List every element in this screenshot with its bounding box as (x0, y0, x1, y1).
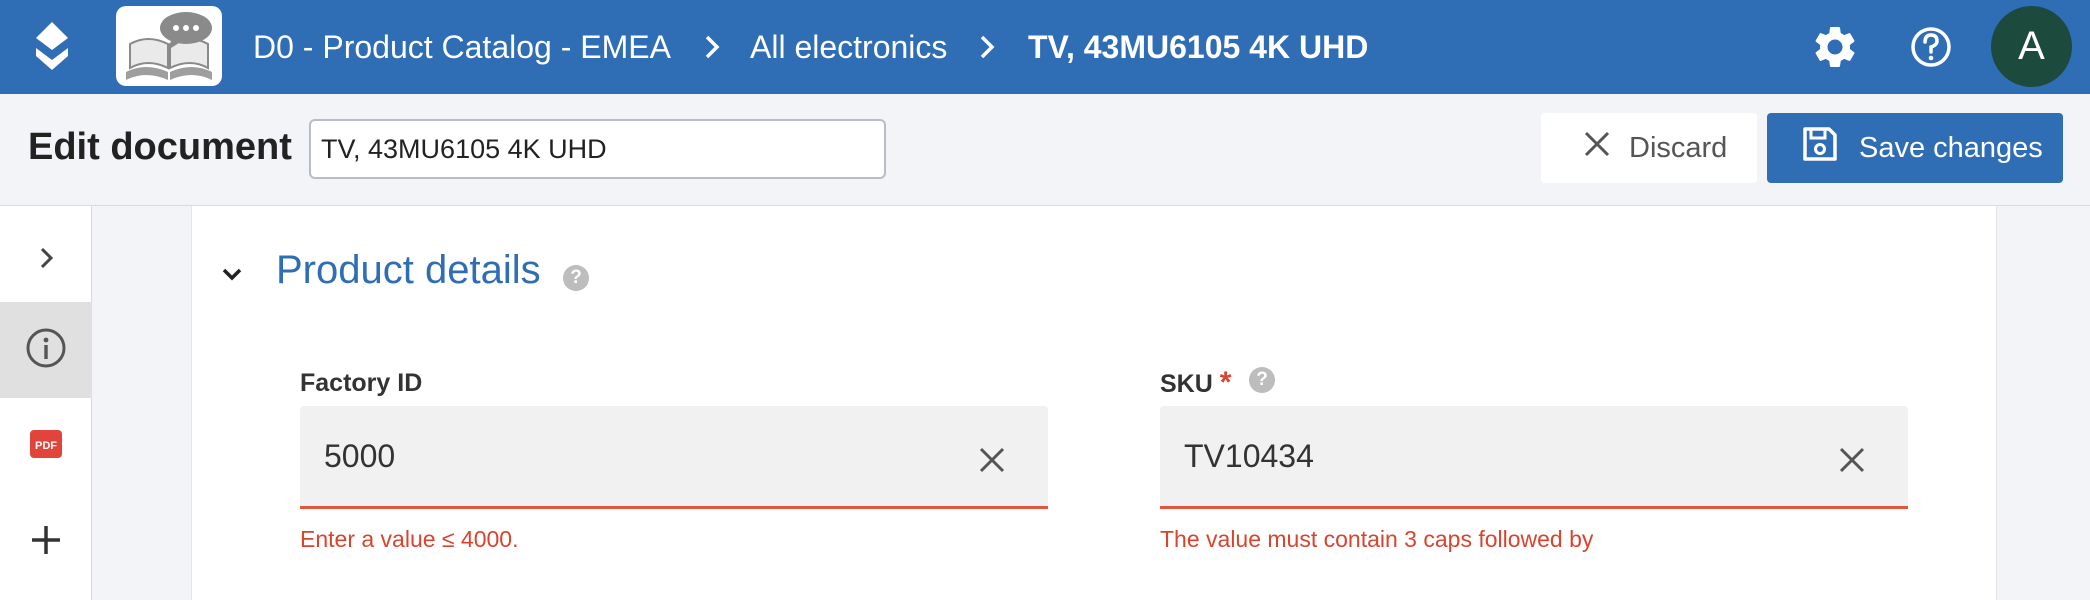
required-marker: * (1219, 366, 1232, 399)
clear-icon[interactable] (1834, 442, 1870, 478)
document-name-input[interactable] (309, 119, 886, 179)
chevron-right-icon (31, 243, 61, 278)
pdf-tab-button[interactable]: PDF (0, 398, 92, 494)
gear-icon[interactable] (1810, 22, 1860, 72)
close-icon (1581, 128, 1613, 168)
chevron-down-icon[interactable] (216, 258, 248, 290)
edit-toolbar: Edit document Discard Save changes (0, 94, 2090, 206)
side-rail: PDF (0, 206, 92, 600)
factory-id-field[interactable] (300, 406, 1048, 509)
factory-id-input[interactable] (324, 438, 724, 475)
breadcrumb-item-folder[interactable]: All electronics (750, 27, 947, 67)
factory-id-error: Enter a value ≤ 4000. (300, 526, 519, 552)
section-title[interactable]: Product details (276, 245, 541, 295)
plus-icon (29, 523, 63, 562)
app-logo-icon[interactable] (22, 16, 82, 76)
svg-text:PDF: PDF (35, 440, 57, 452)
help-icon[interactable]: ? (1249, 367, 1275, 393)
sku-error: The value must contain 3 caps followed b… (1160, 526, 1594, 552)
sku-field[interactable] (1160, 406, 1908, 509)
pdf-icon: PDF (29, 429, 63, 464)
expand-panel-button[interactable] (0, 212, 92, 308)
help-icon[interactable]: ? (563, 265, 589, 291)
add-button[interactable] (0, 494, 92, 590)
breadcrumb-item-catalog[interactable]: D0 - Product Catalog - EMEA (253, 27, 671, 67)
sku-label-text: SKU (1160, 370, 1213, 398)
factory-id-label: Factory ID (300, 369, 423, 397)
floppy-disk-icon (1801, 125, 1839, 171)
discard-button[interactable]: Discard (1541, 113, 1757, 183)
info-tab-button[interactable] (0, 302, 92, 398)
chevron-right-icon (972, 31, 1002, 63)
save-button[interactable]: Save changes (1767, 113, 2063, 183)
breadcrumb-item-current: TV, 43MU6105 4K UHD (1028, 29, 1369, 65)
top-bar: D0 - Product Catalog - EMEA All electron… (0, 0, 2090, 94)
discard-label: Discard (1629, 131, 1728, 164)
sku-label: SKU * (1160, 368, 1231, 399)
chevron-right-icon (697, 31, 727, 63)
info-icon (24, 326, 68, 375)
page-title: Edit document (28, 126, 292, 168)
save-label: Save changes (1859, 131, 2043, 164)
clear-icon[interactable] (974, 442, 1010, 478)
help-circle-icon[interactable] (1906, 22, 1956, 72)
document-thumbnail (116, 6, 222, 86)
sku-input[interactable] (1184, 438, 1584, 475)
avatar[interactable]: A (1991, 6, 2072, 87)
